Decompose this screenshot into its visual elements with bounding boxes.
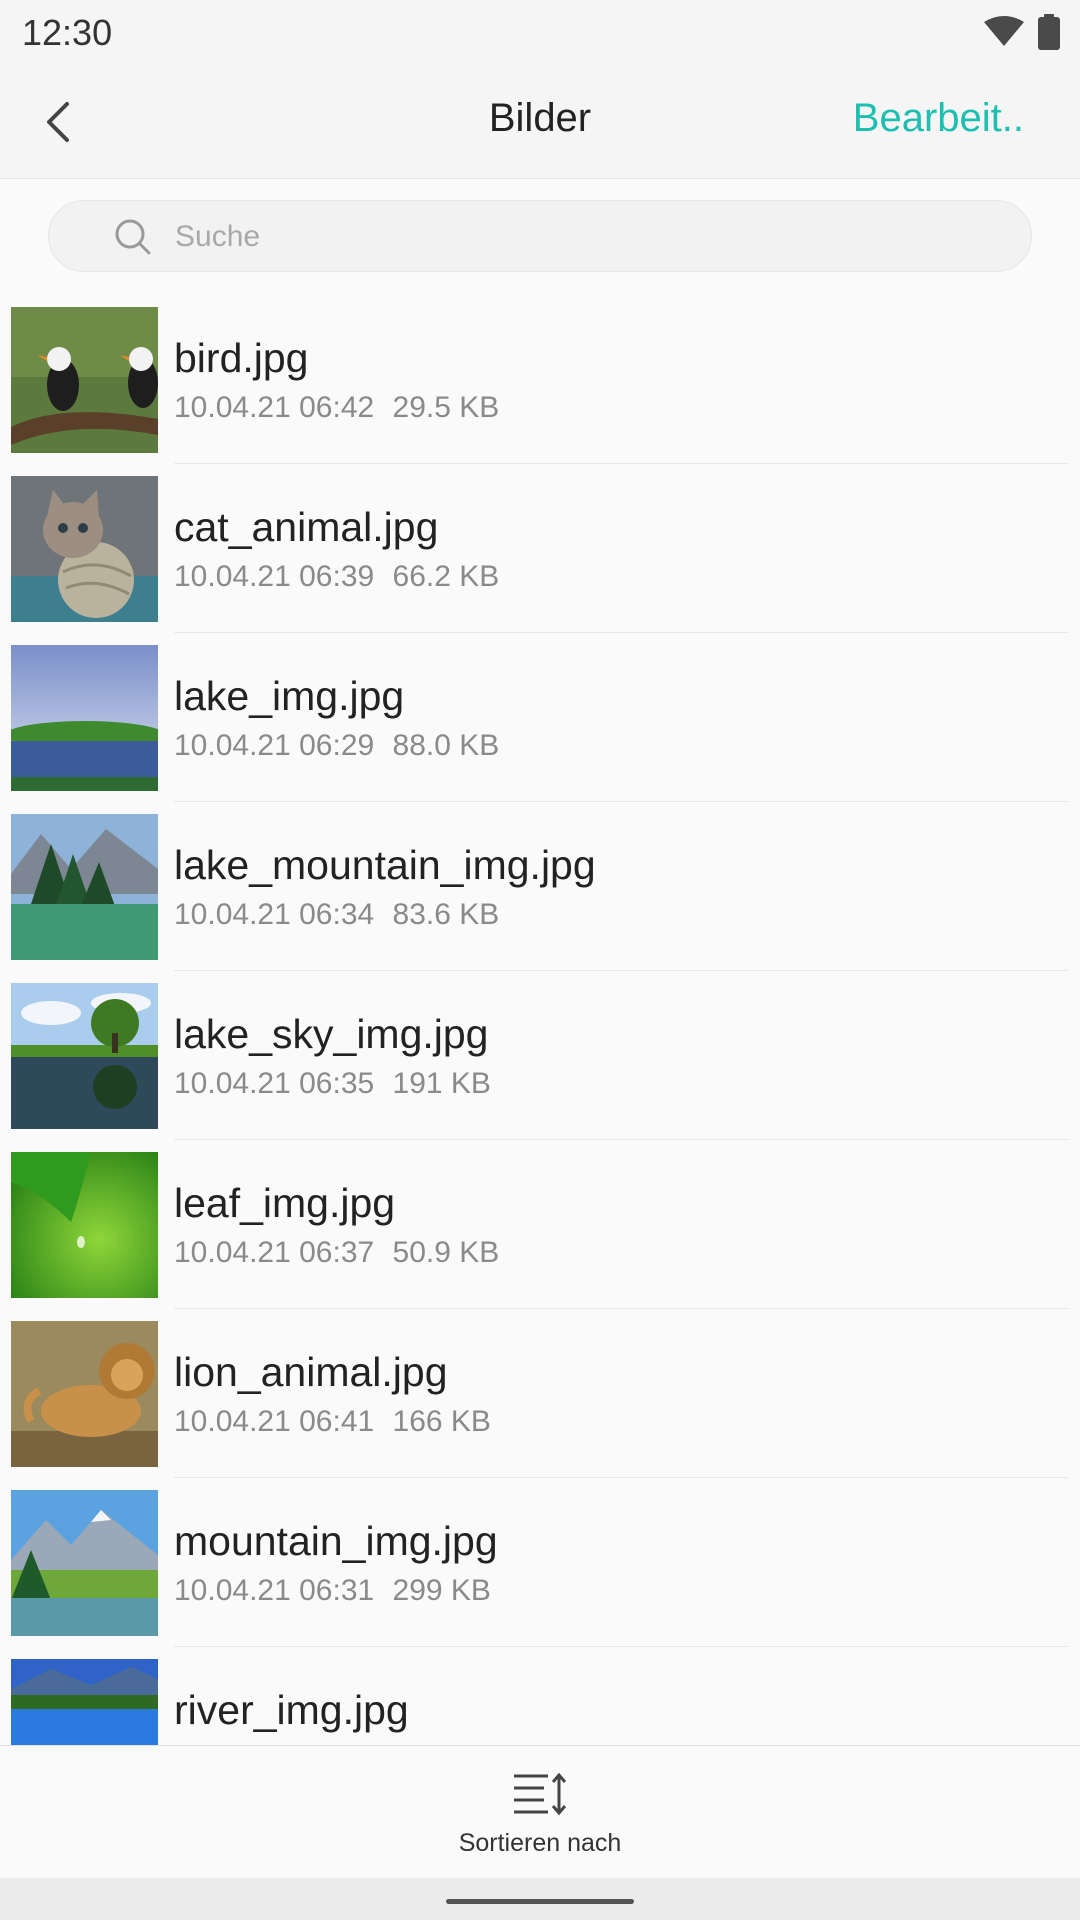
battery-icon <box>1038 14 1060 50</box>
list-item[interactable]: river_img.jpg <box>0 1647 1080 1745</box>
status-icons <box>984 14 1060 50</box>
thumbnail-image <box>11 1152 158 1298</box>
file-meta: 10.04.21 06:34 83.6 KB <box>174 898 499 932</box>
thumbnail-image <box>11 645 158 791</box>
list-item[interactable]: lake_img.jpg 10.04.21 06:29 88.0 KB <box>0 633 1080 802</box>
file-meta: 10.04.21 06:42 29.5 KB <box>174 391 499 425</box>
home-indicator[interactable] <box>446 1899 634 1904</box>
file-date: 10.04.21 06:37 <box>174 1236 375 1269</box>
file-date: 10.04.21 06:34 <box>174 898 375 931</box>
file-name: lake_img.jpg <box>174 673 405 719</box>
file-date: 10.04.21 06:42 <box>174 391 375 424</box>
file-date: 10.04.21 06:31 <box>174 1574 375 1607</box>
search-input[interactable] <box>173 209 997 265</box>
file-meta: 10.04.21 06:37 50.9 KB <box>174 1236 499 1270</box>
file-size: 83.6 KB <box>392 898 500 931</box>
list-item[interactable]: leaf_img.jpg 10.04.21 06:37 50.9 KB <box>0 1140 1080 1309</box>
bottom-toolbar: Sortieren nach <box>0 1745 1080 1878</box>
file-meta: 10.04.21 06:41 166 KB <box>174 1405 491 1439</box>
sort-button[interactable]: Sortieren nach <box>440 1772 640 1872</box>
thumbnail-image <box>11 1659 158 1745</box>
thumbnail-image <box>11 983 158 1129</box>
file-name: leaf_img.jpg <box>174 1180 396 1226</box>
thumbnail-image <box>11 476 158 622</box>
file-size: 29.5 KB <box>392 391 500 424</box>
list-item[interactable]: lake_mountain_img.jpg 10.04.21 06:34 83.… <box>0 802 1080 971</box>
file-name: lion_animal.jpg <box>174 1349 448 1395</box>
thumbnail-image <box>11 307 158 453</box>
file-meta: 10.04.21 06:29 88.0 KB <box>174 729 499 763</box>
file-meta: 10.04.21 06:31 299 KB <box>174 1574 491 1608</box>
thumbnail-image <box>11 814 158 960</box>
file-date: 10.04.21 06:35 <box>174 1067 375 1100</box>
search-icon <box>115 219 151 255</box>
list-item[interactable]: cat_animal.jpg 10.04.21 06:39 66.2 KB <box>0 464 1080 633</box>
sort-icon <box>514 1772 567 1816</box>
thumbnail-image <box>11 1321 158 1467</box>
status-bar: 12:30 <box>0 0 1080 66</box>
edit-button[interactable]: Bearbeit.. <box>853 96 1024 141</box>
system-nav-bar <box>0 1878 1080 1920</box>
file-date: 10.04.21 06:41 <box>174 1405 375 1438</box>
header-bar: Bilder Bearbeit.. <box>0 66 1080 179</box>
file-list: bird.jpg 10.04.21 06:42 29.5 KB cat_anim… <box>0 295 1080 1745</box>
file-name: lake_sky_img.jpg <box>174 1011 489 1057</box>
wifi-icon <box>984 16 1024 46</box>
list-item[interactable]: bird.jpg 10.04.21 06:42 29.5 KB <box>0 295 1080 464</box>
search-box[interactable] <box>48 200 1032 272</box>
file-size: 88.0 KB <box>392 729 500 762</box>
file-name: lake_mountain_img.jpg <box>174 842 596 888</box>
file-meta: 10.04.21 06:39 66.2 KB <box>174 560 499 594</box>
file-name: mountain_img.jpg <box>174 1518 498 1564</box>
file-size: 50.9 KB <box>392 1236 500 1269</box>
status-time: 12:30 <box>22 12 113 53</box>
sort-label: Sortieren nach <box>458 1829 622 1857</box>
file-size: 191 KB <box>392 1067 491 1100</box>
list-item[interactable]: lion_animal.jpg 10.04.21 06:41 166 KB <box>0 1309 1080 1478</box>
file-name: river_img.jpg <box>174 1687 409 1733</box>
file-date: 10.04.21 06:29 <box>174 729 375 762</box>
file-name: bird.jpg <box>174 335 309 381</box>
thumbnail-image <box>11 1490 158 1636</box>
file-size: 66.2 KB <box>392 560 500 593</box>
file-size: 166 KB <box>392 1405 491 1438</box>
list-item[interactable]: mountain_img.jpg 10.04.21 06:31 299 KB <box>0 1478 1080 1647</box>
search-section <box>0 179 1080 295</box>
file-date: 10.04.21 06:39 <box>174 560 375 593</box>
file-meta: 10.04.21 06:35 191 KB <box>174 1067 491 1101</box>
file-name: cat_animal.jpg <box>174 504 439 550</box>
list-item[interactable]: lake_sky_img.jpg 10.04.21 06:35 191 KB <box>0 971 1080 1140</box>
file-size: 299 KB <box>392 1574 491 1607</box>
